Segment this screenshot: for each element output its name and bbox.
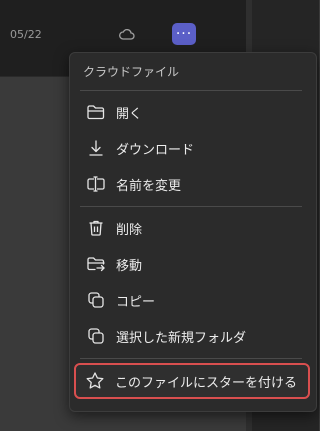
- menu-item-label: 選択した新規フォルダ: [116, 330, 247, 346]
- move-icon: [85, 253, 107, 275]
- menu-item-open[interactable]: 開く: [70, 95, 316, 129]
- menu-item-move[interactable]: 移動: [70, 247, 316, 281]
- context-menu: クラウドファイル 開く ダウンロード 名前を変更 削除 移動 コピー 選択した新…: [69, 52, 317, 412]
- cloud-icon: [118, 25, 136, 43]
- menu-separator: [80, 358, 302, 359]
- menu-item-delete[interactable]: 削除: [70, 211, 316, 245]
- menu-title: クラウドファイル: [83, 65, 180, 79]
- file-date: 05/22: [10, 28, 42, 41]
- menu-item-rename[interactable]: 名前を変更: [70, 167, 316, 201]
- menu-item-copy[interactable]: コピー: [70, 283, 316, 317]
- menu-item-label: 開く: [116, 106, 143, 122]
- trash-icon: [85, 217, 107, 239]
- star-icon: [84, 370, 106, 392]
- menu-separator: [80, 90, 302, 91]
- menu-item-label: 削除: [116, 222, 143, 238]
- menu-item-star-file[interactable]: このファイルにスターを付ける: [74, 363, 310, 399]
- copy-icon: [85, 289, 107, 311]
- copy-folder-icon: [85, 325, 107, 347]
- menu-item-label: このファイルにスターを付ける: [115, 375, 298, 391]
- download-icon: [85, 137, 107, 159]
- menu-item-copy-to-folder[interactable]: 選択した新規フォルダ: [70, 319, 316, 353]
- menu-item-download[interactable]: ダウンロード: [70, 131, 316, 165]
- menu-item-label: 移動: [116, 258, 143, 274]
- menu-item-label: 名前を変更: [116, 178, 182, 194]
- menu-item-label: ダウンロード: [116, 142, 195, 158]
- menu-item-label: コピー: [116, 294, 156, 310]
- folder-open-icon: [85, 101, 107, 123]
- more-options-button[interactable]: ···: [172, 23, 196, 45]
- rename-icon: [85, 173, 107, 195]
- menu-separator: [80, 206, 302, 207]
